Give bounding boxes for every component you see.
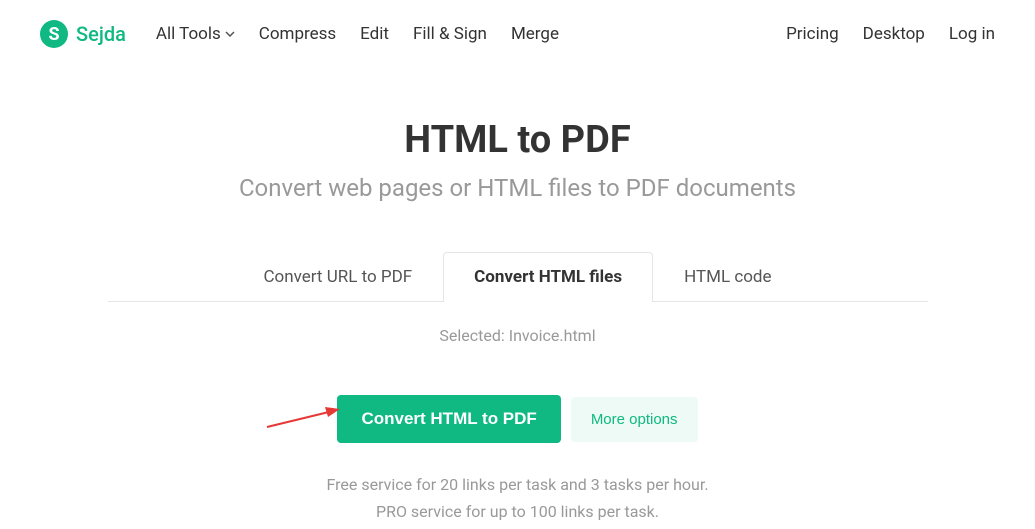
chevron-down-icon [225,31,235,37]
actions: Convert HTML to PDF More options [0,395,1035,443]
tab-convert-html-files[interactable]: Convert HTML files [443,252,653,302]
nav-fill-sign[interactable]: Fill & Sign [413,24,487,44]
nav-login[interactable]: Log in [949,24,995,44]
footnote: Free service for 20 links per task and 3… [0,471,1035,525]
nav: All Tools Compress Edit Fill & Sign Merg… [156,24,559,44]
page-title: HTML to PDF [0,118,1035,162]
footnote-line1: Free service for 20 links per task and 3… [0,471,1035,498]
more-options-button[interactable]: More options [571,397,698,442]
logo[interactable]: S Sejda [40,20,126,48]
nav-desktop[interactable]: Desktop [863,24,925,44]
logo-icon: S [40,20,68,48]
nav-all-tools[interactable]: All Tools [156,24,235,44]
page-subtitle: Convert web pages or HTML files to PDF d… [0,174,1035,202]
nav-edit[interactable]: Edit [360,24,389,44]
convert-button[interactable]: Convert HTML to PDF [337,395,560,443]
header-left: S Sejda All Tools Compress Edit Fill & S… [40,20,559,48]
tab-convert-url[interactable]: Convert URL to PDF [232,252,443,301]
tabs: Convert URL to PDF Convert HTML files HT… [108,252,928,302]
nav-all-tools-label: All Tools [156,24,221,44]
header-right: Pricing Desktop Log in [786,24,995,44]
annotation-arrow-icon [265,407,340,429]
selected-file-label: Selected: Invoice.html [0,326,1035,345]
main: HTML to PDF Convert web pages or HTML fi… [0,68,1035,525]
nav-pricing[interactable]: Pricing [786,24,839,44]
header: S Sejda All Tools Compress Edit Fill & S… [0,0,1035,68]
nav-merge[interactable]: Merge [511,24,559,44]
logo-text: Sejda [76,22,126,46]
tab-html-code[interactable]: HTML code [653,252,802,301]
footnote-line2: PRO service for up to 100 links per task… [0,498,1035,525]
nav-compress[interactable]: Compress [259,24,336,44]
